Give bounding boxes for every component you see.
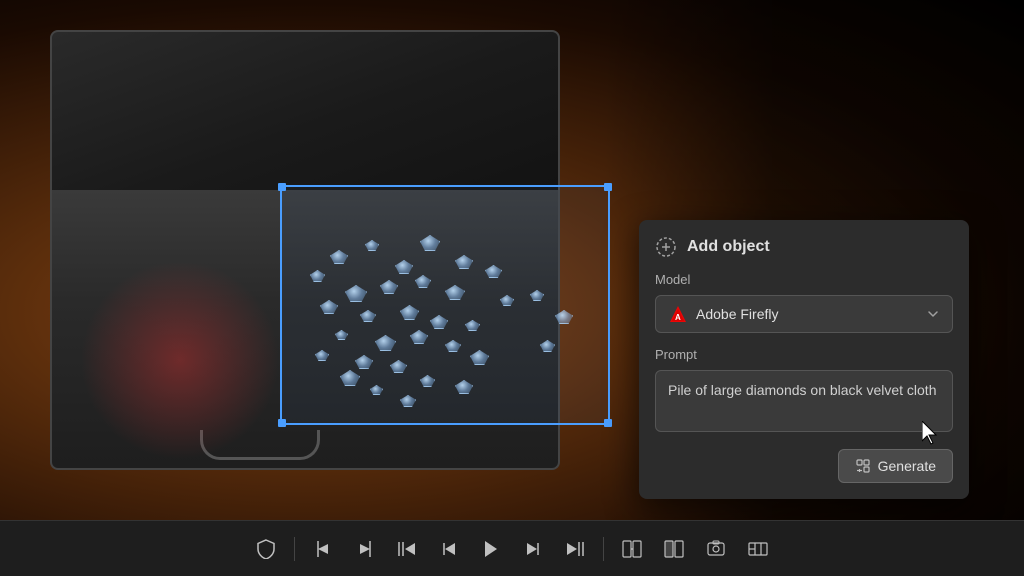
selection-handle-tr[interactable] [604, 183, 612, 191]
generate-button[interactable]: Generate [838, 449, 953, 483]
toolbar-btn-shield[interactable] [248, 531, 284, 567]
toolbar-divider-2 [603, 537, 604, 561]
adobe-firefly-logo: A [668, 304, 688, 324]
mouse-cursor [922, 421, 942, 445]
main-canvas: Add object Model A Adobe Firefly Prompt [0, 0, 1024, 520]
generate-row: Generate [655, 449, 953, 483]
prompt-input[interactable] [655, 370, 953, 432]
chevron-down-icon [926, 307, 940, 321]
generate-label: Generate [878, 458, 936, 474]
svg-text:A: A [675, 313, 681, 322]
toolbar-btn-go-to-in[interactable] [389, 531, 425, 567]
toolbar-btn-export-frame[interactable] [698, 531, 734, 567]
red-glow-effect [80, 260, 280, 460]
model-name: Adobe Firefly [696, 306, 778, 322]
add-object-panel: Add object Model A Adobe Firefly Prompt [639, 220, 969, 499]
toolbar-btn-trim[interactable] [740, 531, 776, 567]
toolbar-btn-mark-out[interactable] [347, 531, 383, 567]
toolbar-btn-overwrite[interactable] [656, 531, 692, 567]
selection-handle-bl[interactable] [278, 419, 286, 427]
toolbar-divider-1 [294, 537, 295, 561]
panel-title: Add object [687, 238, 770, 256]
model-label: Model [655, 272, 953, 287]
toolbar-btn-mark-in[interactable] [305, 531, 341, 567]
model-dropdown-left: A Adobe Firefly [668, 304, 778, 324]
toolbar-btn-step-back[interactable] [431, 531, 467, 567]
prompt-label: Prompt [655, 347, 953, 362]
toolbar [0, 520, 1024, 576]
add-object-icon [655, 236, 677, 258]
toolbar-btn-go-to-out[interactable] [557, 531, 593, 567]
model-dropdown[interactable]: A Adobe Firefly [655, 295, 953, 333]
selection-rectangle[interactable] [280, 185, 610, 425]
toolbar-btn-step-forward[interactable] [515, 531, 551, 567]
selection-handle-tl[interactable] [278, 183, 286, 191]
generate-icon [855, 458, 871, 474]
selection-handle-br[interactable] [604, 419, 612, 427]
panel-header: Add object [655, 236, 953, 258]
toolbar-btn-insert[interactable] [614, 531, 650, 567]
toolbar-btn-play[interactable] [473, 531, 509, 567]
